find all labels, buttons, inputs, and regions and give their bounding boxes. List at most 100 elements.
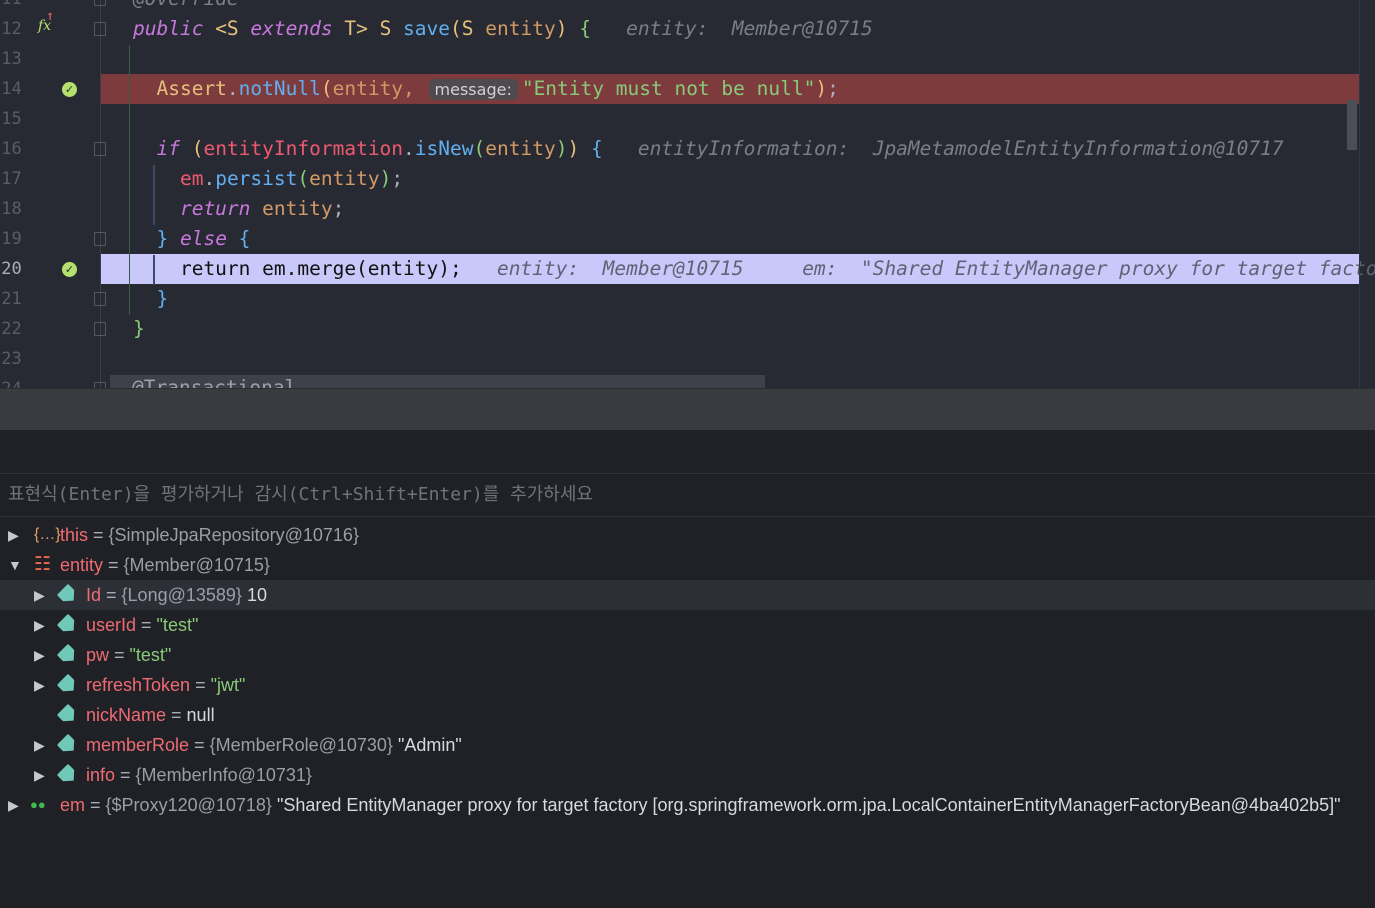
variable-equals: = bbox=[101, 585, 122, 605]
line-number[interactable]: 523 bbox=[0, 344, 31, 374]
variable-ref: {SimpleJpaRepository@10716} bbox=[108, 525, 359, 545]
code-line[interactable] bbox=[101, 344, 1359, 374]
collapse-arrow-icon[interactable]: ▼ bbox=[8, 550, 22, 580]
indent-guide bbox=[153, 255, 155, 285]
debugger-variables-panel: 표현식(Enter)을 평가하거나 감시(Ctrl+Shift+Enter)를 … bbox=[0, 430, 1375, 908]
code-token: ( bbox=[320, 77, 333, 100]
code-line[interactable]: } bbox=[101, 314, 1359, 344]
line-number[interactable]: 511 bbox=[0, 0, 31, 14]
code-token: ) bbox=[555, 17, 568, 40]
indent-guide bbox=[153, 165, 155, 225]
variable-row[interactable]: ▶ userId = "test" bbox=[0, 610, 1375, 640]
evaluate-expression-input[interactable]: 표현식(Enter)을 평가하거나 감시(Ctrl+Shift+Enter)를 … bbox=[0, 473, 1375, 517]
fold-marker-icon[interactable] bbox=[94, 22, 106, 36]
expand-arrow-icon[interactable]: ▶ bbox=[34, 580, 45, 610]
parameter-icon: ☷ bbox=[34, 554, 52, 575]
variable-name: pw bbox=[86, 645, 110, 665]
variable-ref: {$Proxy120@10718} bbox=[105, 795, 272, 815]
expand-arrow-icon[interactable]: ▶ bbox=[34, 760, 45, 790]
line-gutter[interactable]: 5115125135145155165175185195205215225235… bbox=[0, 0, 100, 388]
variable-row[interactable]: ▶ Id = {Long@13589} 10 bbox=[0, 580, 1375, 610]
fold-marker-icon[interactable] bbox=[94, 142, 106, 156]
variable-equals: = bbox=[109, 645, 130, 665]
code-token: entity bbox=[485, 137, 556, 160]
code-line[interactable]: if (entityInformation.isNew(entity)) { e… bbox=[101, 134, 1359, 164]
next-method-annotation-popup: @Transactional bbox=[110, 375, 765, 388]
expand-arrow-icon[interactable]: ▶ bbox=[34, 730, 45, 760]
variable-row[interactable]: ▶ info = {MemberInfo@10731} bbox=[0, 760, 1375, 790]
line-number[interactable]: 515 bbox=[0, 104, 31, 134]
variable-row[interactable]: ▶ {…} this = {SimpleJpaRepository@10716} bbox=[0, 520, 1375, 550]
inline-debug-value: entityInformation: JpaMetamodelEntityInf… bbox=[602, 137, 1284, 160]
editor-scrollbar[interactable] bbox=[1347, 100, 1357, 150]
overridden-method-icon[interactable]: fx ↑ bbox=[38, 12, 54, 34]
code-token: { bbox=[238, 227, 251, 250]
fold-marker-icon[interactable] bbox=[94, 322, 106, 336]
field-tag-icon bbox=[60, 730, 76, 762]
code-token: entityInformation bbox=[203, 137, 404, 160]
breakpoint-verified-icon[interactable]: ✓ bbox=[62, 82, 77, 97]
line-number[interactable]: 512 bbox=[0, 14, 31, 44]
code-token: Assert bbox=[133, 77, 227, 100]
expand-arrow-icon[interactable]: ▶ bbox=[34, 640, 45, 670]
code-line[interactable]: @Override bbox=[101, 0, 1359, 14]
annotation-text: @Transactional bbox=[132, 376, 297, 388]
field-tag-icon bbox=[60, 670, 76, 702]
variable-row[interactable]: ▼ ☷ entity = {Member@10715} bbox=[0, 550, 1375, 580]
line-number[interactable]: 521 bbox=[0, 284, 31, 314]
line-number[interactable]: 518 bbox=[0, 194, 31, 224]
variable-row[interactable]: ▶ pw = "test" bbox=[0, 640, 1375, 670]
code-token: T> S bbox=[344, 17, 404, 40]
fold-marker-icon[interactable] bbox=[94, 232, 106, 246]
execution-point-line[interactable]: return em.merge(entity); entity: Member@… bbox=[101, 254, 1375, 284]
fold-marker-icon[interactable] bbox=[94, 0, 106, 6]
variable-equals: = bbox=[189, 735, 210, 755]
expand-arrow-icon[interactable]: ▶ bbox=[8, 520, 19, 550]
variable-ref: {MemberRole@10730} bbox=[209, 735, 393, 755]
variable-name: Id bbox=[86, 585, 102, 605]
line-number[interactable]: 522 bbox=[0, 314, 31, 344]
variable-name: em bbox=[60, 795, 86, 815]
variable-ref: {Long@13589} bbox=[121, 585, 242, 605]
variable-name: entity bbox=[60, 555, 104, 575]
code-editor[interactable]: 5115125135145155165175185195205215225235… bbox=[0, 0, 1375, 388]
code-line[interactable]: public <S extends T> S save(S entity) { … bbox=[101, 14, 1359, 44]
code-line[interactable] bbox=[101, 44, 1359, 74]
line-number[interactable]: 519 bbox=[0, 224, 31, 254]
variable-equals: = bbox=[136, 615, 157, 635]
code-line[interactable]: return entity; bbox=[101, 194, 1359, 224]
error-stripe bbox=[1359, 0, 1360, 388]
code-token: entity bbox=[485, 17, 556, 40]
variable-equals: = bbox=[88, 525, 109, 545]
line-number[interactable]: 516 bbox=[0, 134, 31, 164]
code-line[interactable] bbox=[101, 104, 1359, 134]
fold-marker-icon[interactable] bbox=[94, 292, 106, 306]
variable-row[interactable]: ▶ refreshToken = "jwt" bbox=[0, 670, 1375, 700]
breakpoint-verified-icon[interactable]: ✓ bbox=[62, 262, 77, 277]
expand-arrow-icon[interactable]: ▶ bbox=[34, 670, 45, 700]
variable-value: 10 bbox=[246, 585, 267, 605]
expand-arrow-icon[interactable]: ▶ bbox=[8, 790, 19, 820]
code-token: "Entity must not be null" bbox=[521, 77, 816, 100]
code-line[interactable]: em.persist(entity); bbox=[101, 164, 1359, 194]
line-number[interactable]: 517 bbox=[0, 164, 31, 194]
variable-row[interactable]: nickName = null bbox=[0, 700, 1375, 730]
variable-row[interactable]: ▶ memberRole = {MemberRole@10730} "Admin" bbox=[0, 730, 1375, 760]
code-token: ) bbox=[567, 137, 580, 160]
line-number[interactable]: 514 bbox=[0, 74, 31, 104]
line-number[interactable]: 524 bbox=[0, 374, 31, 388]
expand-arrow-icon[interactable]: ▶ bbox=[34, 610, 45, 640]
variable-value: "Admin" bbox=[397, 735, 462, 755]
line-number[interactable]: 520 bbox=[0, 254, 31, 284]
code-token: } bbox=[133, 287, 169, 310]
code-line[interactable]: } bbox=[101, 284, 1359, 314]
variable-value: "test" bbox=[156, 615, 199, 635]
code-token: entity bbox=[262, 197, 333, 220]
exception-line[interactable]: Assert.notNull(entity, message: "Entity m… bbox=[101, 74, 1359, 104]
code-token: save bbox=[403, 17, 451, 40]
variable-row[interactable]: ▶ ●● em = {$Proxy120@10718} "Shared Entity… bbox=[0, 790, 1375, 820]
code-token: extends bbox=[250, 17, 345, 40]
line-number[interactable]: 513 bbox=[0, 44, 31, 74]
code-token: entity bbox=[309, 167, 380, 190]
code-line[interactable]: } else { bbox=[101, 224, 1359, 254]
